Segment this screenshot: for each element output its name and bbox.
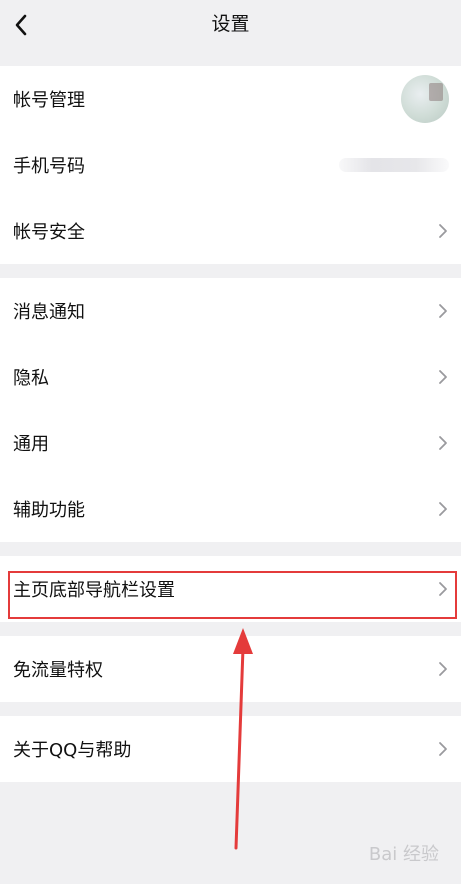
- notifications-row[interactable]: 消息通知: [0, 278, 461, 344]
- row-label: 消息通知: [13, 302, 85, 323]
- row-label: 帐号管理: [13, 90, 85, 111]
- header-bar: 设置: [0, 0, 461, 52]
- row-label: 辅助功能: [13, 500, 85, 521]
- traffic-group: 免流量特权: [0, 636, 461, 702]
- chevron-right-icon: [439, 304, 447, 318]
- chevron-right-icon: [439, 742, 447, 756]
- row-label: 手机号码: [13, 156, 85, 177]
- page-title: 设置: [211, 13, 250, 35]
- row-label: 帐号安全: [13, 222, 85, 243]
- row-label: 隐私: [13, 368, 49, 389]
- chevron-right-icon: [439, 224, 447, 238]
- phone-number-row[interactable]: 手机号码: [0, 132, 461, 198]
- general-group: 消息通知 隐私 通用 辅助功能: [0, 278, 461, 542]
- account-security-row[interactable]: 帐号安全: [0, 198, 461, 264]
- chevron-right-icon: [439, 662, 447, 676]
- chevron-right-icon: [439, 436, 447, 450]
- chevron-right-icon: [439, 502, 447, 516]
- watermark: Bai 经验: [368, 844, 439, 865]
- account-management-row[interactable]: 帐号管理: [0, 66, 461, 132]
- account-group: 帐号管理 手机号码 帐号安全: [0, 66, 461, 264]
- free-traffic-row[interactable]: 免流量特权: [0, 636, 461, 702]
- avatar: [401, 75, 449, 123]
- chevron-right-icon: [439, 370, 447, 384]
- highlight-box: [8, 571, 457, 619]
- privacy-row[interactable]: 隐私: [0, 344, 461, 410]
- general-settings-row[interactable]: 通用: [0, 410, 461, 476]
- about-group: 关于QQ与帮助: [0, 716, 461, 782]
- row-label: 通用: [13, 434, 49, 455]
- phone-number-value-blurred: [339, 158, 449, 172]
- row-label: 免流量特权: [13, 660, 103, 681]
- accessibility-row[interactable]: 辅助功能: [0, 476, 461, 542]
- row-label: 关于QQ与帮助: [13, 740, 132, 761]
- about-help-row[interactable]: 关于QQ与帮助: [0, 716, 461, 782]
